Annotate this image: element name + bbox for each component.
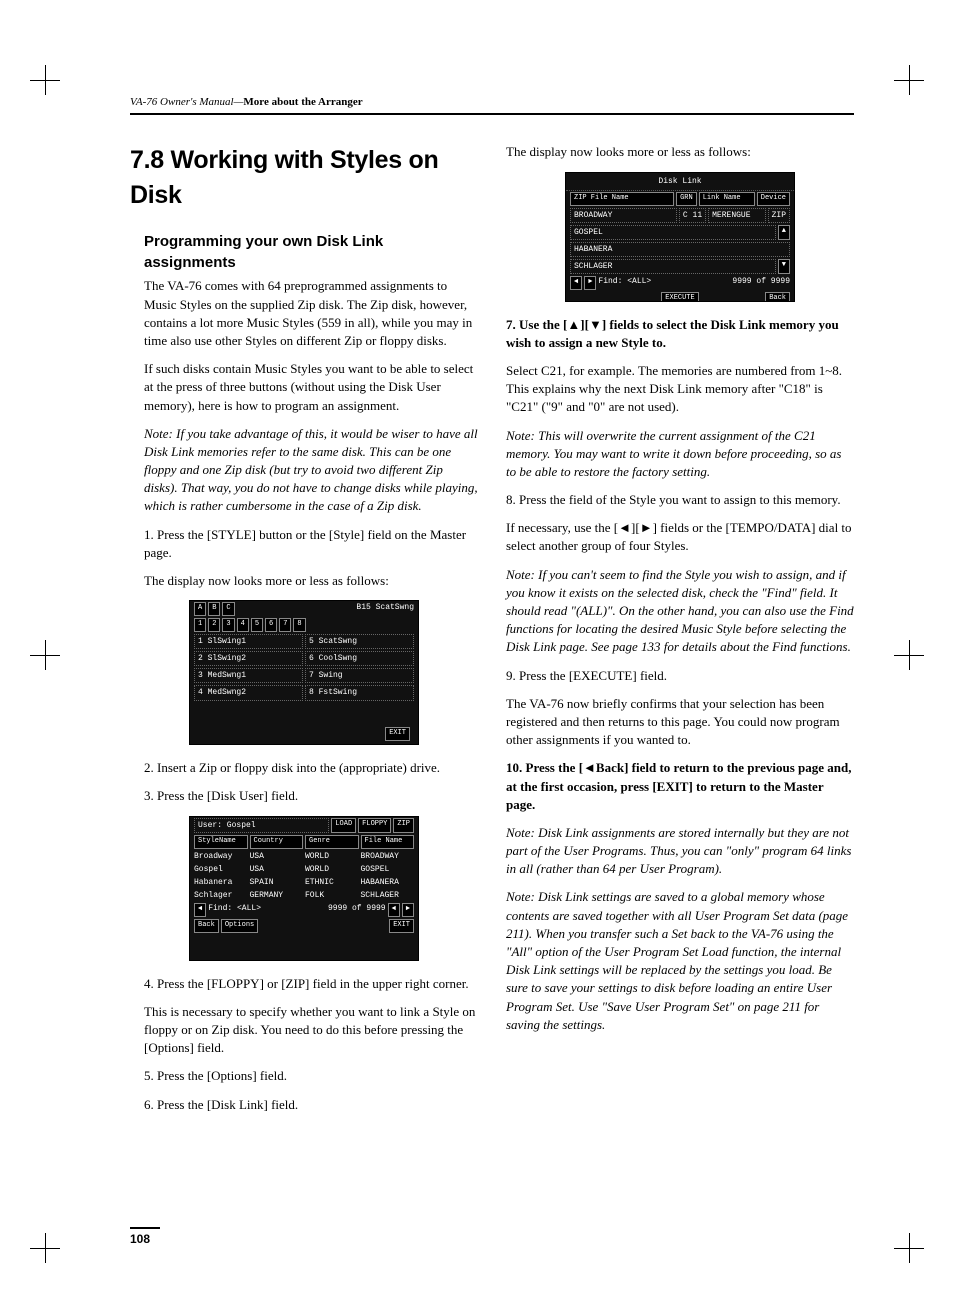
body-text: The display now looks more or less as fo… — [506, 143, 854, 161]
manual-page: VA-76 Owner's Manual—More about the Arra… — [0, 0, 954, 1308]
step-1: 1. Press the [STYLE] button or the [Styl… — [130, 526, 478, 562]
note-text: Note: If you take advantage of this, it … — [130, 425, 478, 516]
lcd-screenshot-disklink: Disk Link ZIP File NameGRNLink NameDevic… — [565, 172, 795, 302]
step-2: 2. Insert a Zip or floppy disk into the … — [130, 759, 478, 777]
left-arrow-icon: ◄ — [583, 760, 596, 775]
step-6: 6. Press the [Disk Link] field. — [130, 1096, 478, 1114]
body-text: The VA-76 comes with 64 preprogrammed as… — [130, 277, 478, 350]
step-5: 5. Press the [Options] field. — [130, 1067, 478, 1085]
content-columns: 7.8 Working with Styles on Disk Programm… — [130, 143, 854, 1123]
manual-title: VA-76 Owner's Manual — [130, 96, 234, 108]
body-text: The display now looks more or less as fo… — [130, 572, 478, 590]
down-arrow-icon: ▼ — [589, 317, 602, 332]
registration-mark — [894, 65, 924, 95]
step-9: 9. Press the [EXECUTE] field. — [506, 667, 854, 685]
chapter-title: More about the Arranger — [243, 96, 362, 108]
body-text: The VA-76 now briefly confirms that your… — [506, 695, 854, 750]
body-text: This is necessary to specify whether you… — [130, 1003, 478, 1058]
step-3: 3. Press the [Disk User] field. — [130, 787, 478, 805]
section-heading: 7.8 Working with Styles on Disk — [130, 143, 478, 213]
page-number: 108 — [130, 1227, 160, 1248]
note-text: Note: If you can't seem to find the Styl… — [506, 566, 854, 657]
page-header: VA-76 Owner's Manual—More about the Arra… — [130, 95, 854, 115]
registration-mark — [894, 1233, 924, 1263]
right-column: The display now looks more or less as fo… — [506, 143, 854, 1123]
note-text: Note: This will overwrite the current as… — [506, 427, 854, 482]
lcd-screenshot-styles: ABCB15 ScatSwng 12345678 1 SlSwing15 Sca… — [189, 600, 419, 745]
registration-mark — [30, 1233, 60, 1263]
step-10: 10. Press the [◄Back] field to return to… — [506, 759, 854, 814]
left-column: 7.8 Working with Styles on Disk Programm… — [130, 143, 478, 1123]
subsection-heading: Programming your own Disk Link assignmen… — [130, 231, 478, 273]
step-7: 7. Use the [▲][▼] fields to select the D… — [506, 316, 854, 352]
step-4: 4. Press the [FLOPPY] or [ZIP] field in … — [130, 975, 478, 993]
lcd-screenshot-diskuser: User: GospelLOADFLOPPYZIP StyleNameCount… — [189, 816, 419, 961]
registration-mark — [30, 65, 60, 95]
up-arrow-icon: ▲ — [567, 317, 580, 332]
registration-mark — [30, 640, 60, 670]
body-text: If necessary, use the [◄][►] fields or t… — [506, 519, 854, 555]
body-text: Select C21, for example. The memories ar… — [506, 362, 854, 417]
note-text: Note: Disk Link assignments are stored i… — [506, 824, 854, 879]
note-text: Note: Disk Link settings are saved to a … — [506, 888, 854, 1034]
registration-mark — [894, 640, 924, 670]
step-8: 8. Press the field of the Style you want… — [506, 491, 854, 509]
right-arrow-icon: ► — [640, 520, 653, 535]
left-arrow-icon: ◄ — [618, 520, 631, 535]
body-text: If such disks contain Music Styles you w… — [130, 360, 478, 415]
